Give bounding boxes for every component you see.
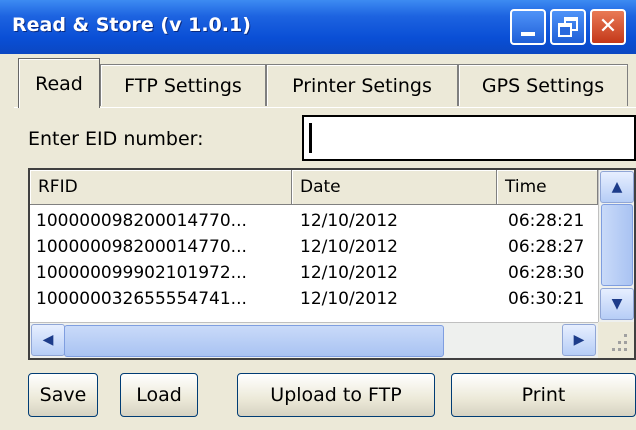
tab-label: Printer Setings xyxy=(292,74,432,97)
rfid-cell: 100000032655554741... xyxy=(36,289,247,309)
table-row[interactable]: 100000098200014770... 12/10/2012 06:28:2… xyxy=(30,234,600,260)
eid-input[interactable] xyxy=(302,115,636,161)
print-button[interactable]: Print xyxy=(451,373,636,417)
scroll-left-button[interactable]: ◀ xyxy=(31,324,65,356)
close-icon: ✕ xyxy=(598,14,618,39)
save-button[interactable]: Save xyxy=(28,373,98,417)
time-cell: 06:28:21 xyxy=(508,211,585,231)
time-cell: 06:28:27 xyxy=(508,237,585,257)
tab-label: GPS Settings xyxy=(481,74,605,97)
vertical-scrollbar[interactable]: ▲ ▼ xyxy=(598,170,634,322)
scroll-down-button[interactable]: ▼ xyxy=(600,288,634,320)
close-button[interactable]: ✕ xyxy=(590,9,626,45)
horizontal-scrollbar[interactable]: ◀ ▶ xyxy=(30,322,598,358)
eid-label: Enter EID number: xyxy=(28,128,204,150)
scroll-up-button[interactable]: ▲ xyxy=(600,171,634,203)
tab-ftp-settings[interactable]: FTP Settings xyxy=(100,64,266,106)
maximize-button[interactable] xyxy=(550,9,586,45)
chevron-up-icon: ▲ xyxy=(611,179,623,195)
upload-to-ftp-button[interactable]: Upload to FTP xyxy=(237,373,435,417)
time-cell: 06:30:21 xyxy=(508,289,585,309)
window-title: Read & Store (v 1.0.1) xyxy=(12,14,251,36)
table-row[interactable]: 100000099902101972... 12/10/2012 06:28:3… xyxy=(30,260,600,286)
time-cell: 06:28:30 xyxy=(508,263,585,283)
tab-printer-settings[interactable]: Printer Setings xyxy=(266,64,458,106)
size-grip-icon xyxy=(598,322,634,358)
chevron-down-icon: ▼ xyxy=(611,296,623,312)
rfid-cell: 100000099902101972... xyxy=(36,263,247,283)
column-header-date[interactable]: Date xyxy=(292,170,497,205)
chevron-left-icon: ◀ xyxy=(42,332,54,348)
text-caret xyxy=(309,123,312,153)
table-row[interactable]: 100000098200014770... 12/10/2012 06:28:2… xyxy=(30,208,600,234)
load-button[interactable]: Load xyxy=(120,373,198,417)
tab-label: FTP Settings xyxy=(124,74,242,97)
scroll-right-button[interactable]: ▶ xyxy=(562,324,596,356)
tab-panel-border xyxy=(14,107,636,108)
horizontal-scroll-thumb[interactable] xyxy=(64,325,444,357)
tab-read[interactable]: Read xyxy=(18,58,100,108)
restore-icon xyxy=(558,17,578,37)
date-cell: 12/10/2012 xyxy=(300,211,398,231)
rfid-list[interactable]: RFID Date Time 100000098200014770... 12/… xyxy=(28,168,636,360)
title-bar: Read & Store (v 1.0.1) ✕ xyxy=(0,0,636,54)
rfid-cell: 100000098200014770... xyxy=(36,237,247,257)
column-header-rfid[interactable]: RFID xyxy=(30,170,292,205)
date-cell: 12/10/2012 xyxy=(300,237,398,257)
vertical-scroll-thumb[interactable] xyxy=(601,204,633,286)
chevron-right-icon: ▶ xyxy=(573,332,585,348)
tab-gps-settings[interactable]: GPS Settings xyxy=(458,64,628,106)
column-header-time[interactable]: Time xyxy=(497,170,598,205)
date-cell: 12/10/2012 xyxy=(300,263,398,283)
table-row[interactable]: 100000032655554741... 12/10/2012 06:30:2… xyxy=(30,286,600,312)
rfid-cell: 100000098200014770... xyxy=(36,211,247,231)
date-cell: 12/10/2012 xyxy=(300,289,398,309)
minimize-button[interactable] xyxy=(510,9,546,45)
tab-label: Read xyxy=(35,72,83,95)
minimize-icon xyxy=(521,32,535,36)
